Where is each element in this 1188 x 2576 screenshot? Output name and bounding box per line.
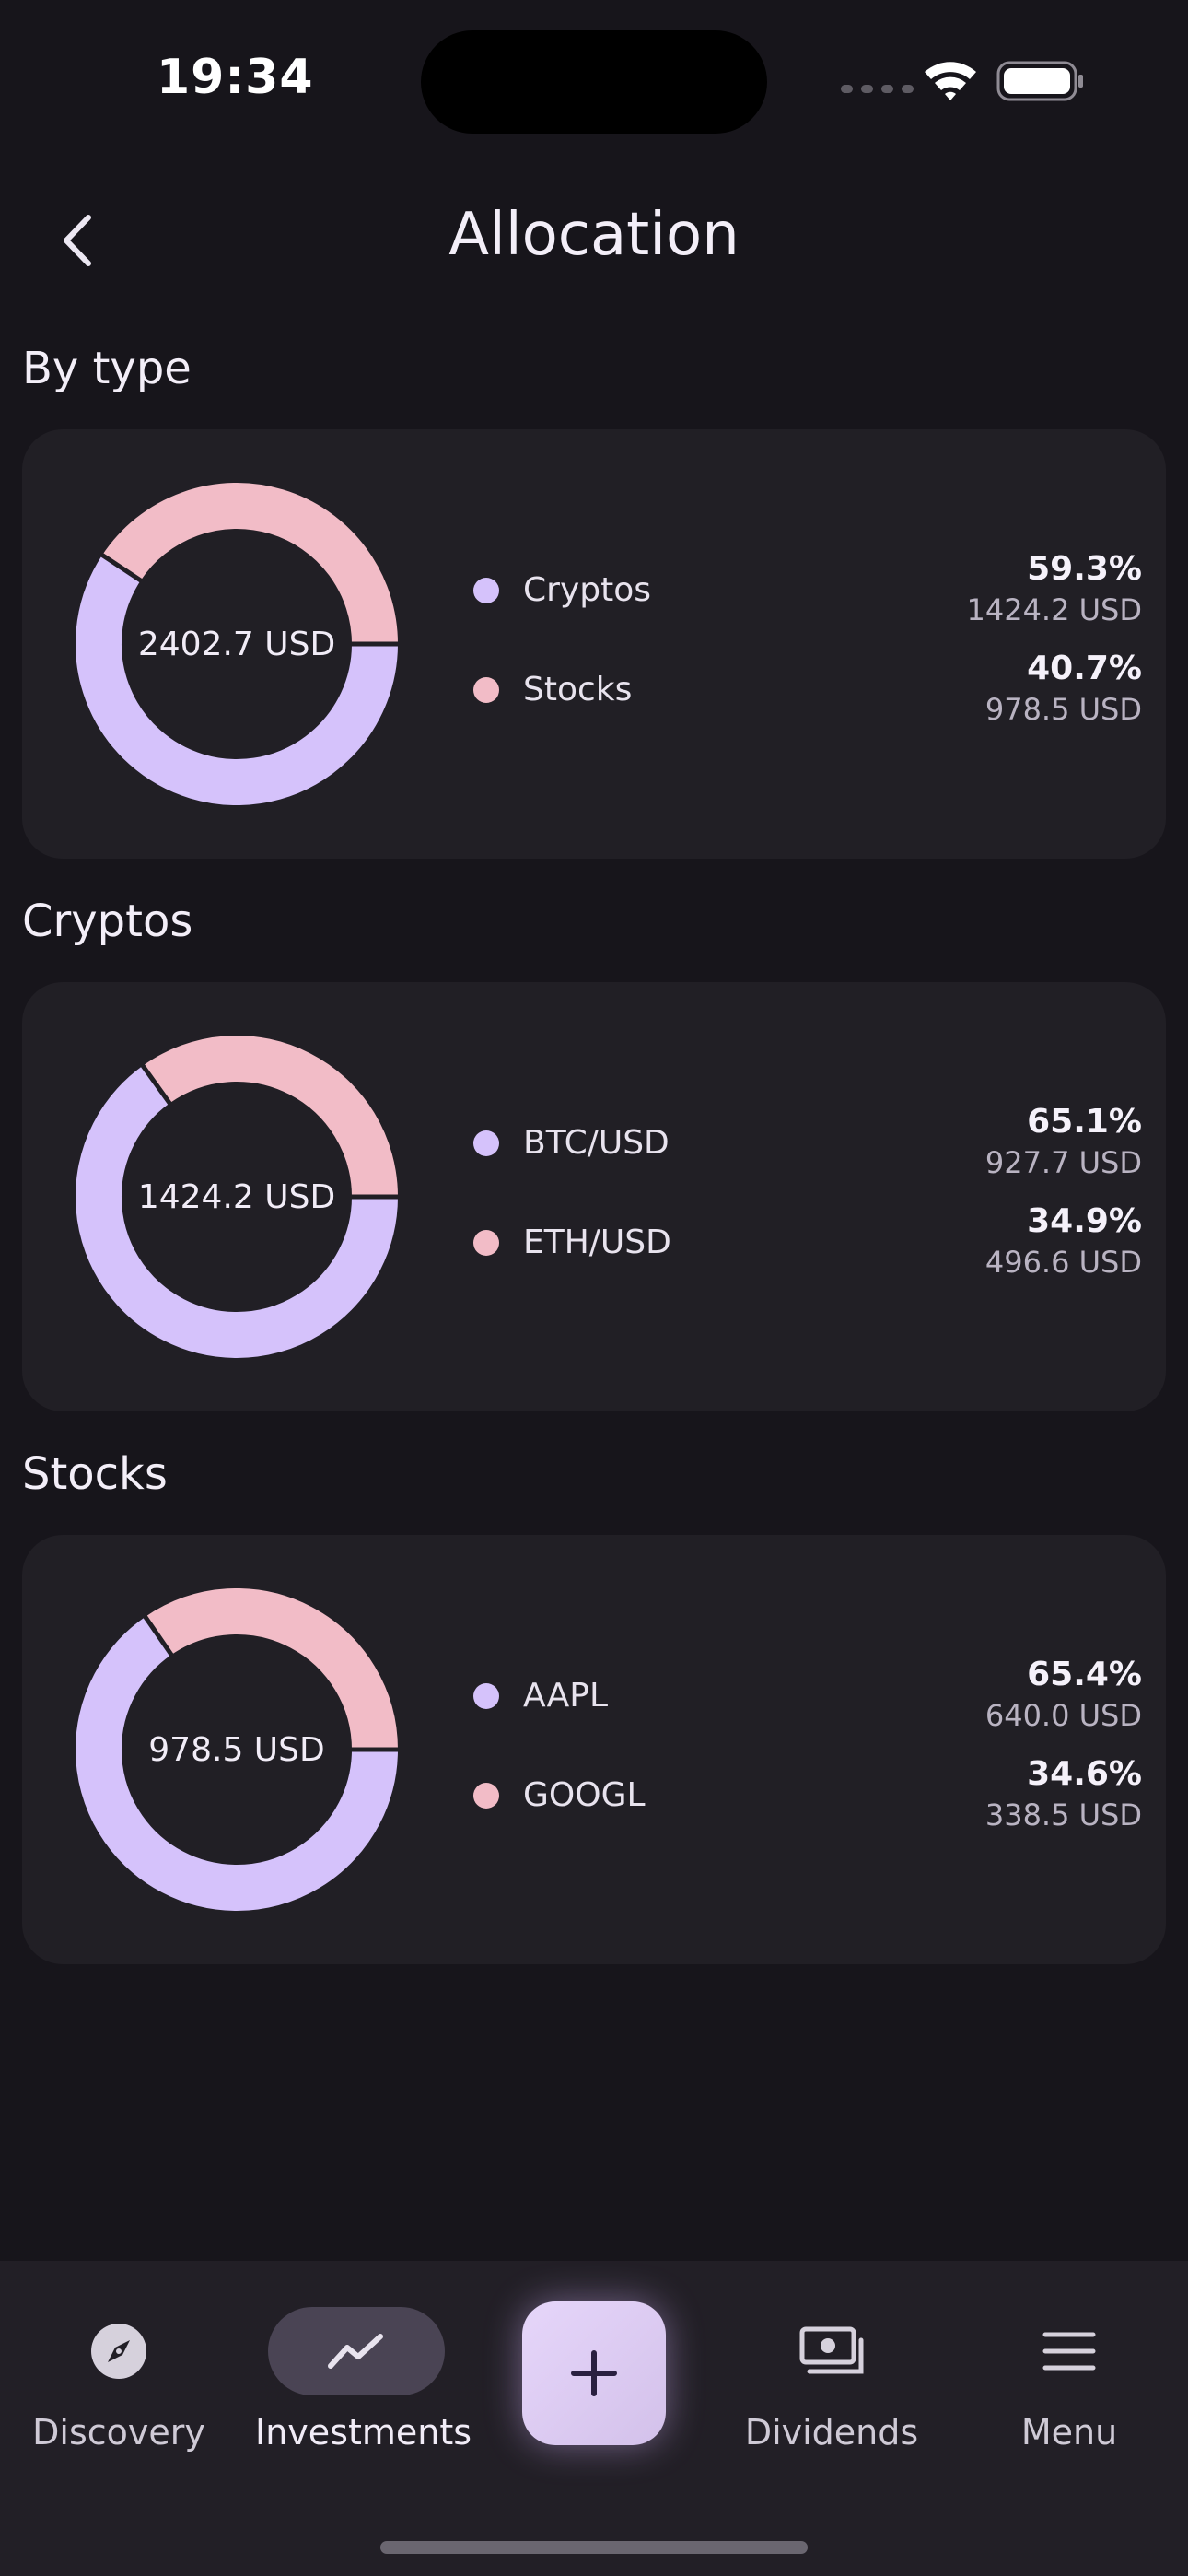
legend-label: Stocks: [523, 671, 633, 708]
nav-menu[interactable]: Menu: [968, 2307, 1171, 2453]
home-indicator: [380, 2541, 808, 2554]
allocation-card-by-type: 2402.7 USD Cryptos Stocks 59.3% 1424.2 U…: [22, 429, 1166, 859]
status-time: 19:34: [157, 50, 314, 105]
cash-icon: [799, 2326, 864, 2374]
legend-dot-secondary: [473, 1782, 499, 1809]
legend-dot-primary: [473, 577, 499, 603]
legend-label: AAPL: [523, 1677, 609, 1715]
value-block: 34.9% 496.6 USD: [985, 1201, 1142, 1282]
legend-item: Stocks: [473, 671, 632, 708]
legend-label: Cryptos: [523, 571, 651, 609]
amount-value: 338.5 USD: [984, 1797, 1142, 1832]
nav-label: Discovery: [32, 2412, 205, 2453]
legend-item: ETH/USD: [473, 1224, 671, 1261]
compass-icon: [91, 2324, 146, 2379]
legend-dot-secondary: [473, 676, 499, 703]
add-button[interactable]: [522, 2301, 666, 2445]
percent-value: 34.6%: [1027, 1755, 1142, 1793]
signal-icon: [841, 85, 914, 93]
value-block: 34.6% 338.5 USD: [985, 1754, 1142, 1835]
dynamic-island: [421, 30, 767, 134]
allocation-card-stocks: 978.5 USD AAPL GOOGL 65.4% 640.0 USD 34.…: [22, 1535, 1166, 1964]
nav-label: Investments: [255, 2412, 472, 2453]
hamburger-menu-icon: [1042, 2332, 1096, 2371]
page-title: Allocation: [448, 201, 740, 269]
value-block: 65.4% 640.0 USD: [985, 1655, 1142, 1736]
legend-item: BTC/USD: [473, 1124, 670, 1162]
legend-item: Cryptos: [473, 571, 651, 609]
amount-value: 640.0 USD: [984, 1698, 1142, 1733]
status-bar: 19:34: [0, 0, 1188, 157]
active-indicator: [268, 2307, 445, 2395]
percent-value: 65.1%: [1027, 1103, 1142, 1141]
plus-icon: [571, 2350, 617, 2396]
amount-value: 1424.2 USD: [966, 592, 1142, 627]
bottom-navigation: Discovery Investments Dividends Menu: [0, 2261, 1188, 2576]
percent-value: 65.4%: [1027, 1656, 1142, 1693]
percent-value: 59.3%: [1027, 550, 1142, 588]
section-title-cryptos: Cryptos: [22, 896, 193, 947]
value-block: 59.3% 1424.2 USD: [966, 549, 1142, 630]
nav-label: Dividends: [744, 2412, 919, 2453]
legend-dot-primary: [473, 1682, 499, 1709]
battery-icon: [996, 61, 1083, 101]
value-block: 65.1% 927.7 USD: [985, 1102, 1142, 1183]
legend-item: AAPL: [473, 1677, 608, 1715]
nav-discovery[interactable]: Discovery: [17, 2307, 220, 2453]
legend-label: BTC/USD: [523, 1124, 670, 1162]
legend-item: GOOGL: [473, 1776, 646, 1814]
donut-total: 2402.7 USD: [137, 625, 336, 663]
legend-dot-primary: [473, 1130, 499, 1156]
section-title-stocks: Stocks: [22, 1448, 168, 1500]
legend-dot-secondary: [473, 1229, 499, 1256]
trend-chart-icon: [328, 2334, 383, 2369]
nav-investments[interactable]: Investments: [255, 2307, 472, 2453]
top-app-bar: Allocation: [0, 184, 1188, 295]
nav-dividends[interactable]: Dividends: [730, 2307, 933, 2453]
legend-label: GOOGL: [523, 1776, 646, 1814]
donut-total: 978.5 USD: [148, 1730, 325, 1769]
nav-label: Menu: [1020, 2412, 1118, 2453]
amount-value: 496.6 USD: [984, 1245, 1142, 1280]
donut-total: 1424.2 USD: [137, 1177, 336, 1216]
amount-value: 978.5 USD: [984, 692, 1142, 727]
allocation-card-cryptos: 1424.2 USD BTC/USD ETH/USD 65.1% 927.7 U…: [22, 982, 1166, 1411]
amount-value: 927.7 USD: [984, 1145, 1142, 1180]
percent-value: 34.9%: [1027, 1202, 1142, 1240]
percent-value: 40.7%: [1027, 650, 1142, 687]
value-block: 40.7% 978.5 USD: [985, 649, 1142, 730]
legend-label: ETH/USD: [523, 1224, 671, 1261]
section-title-by-type: By type: [22, 343, 192, 394]
wifi-icon: [925, 62, 976, 100]
